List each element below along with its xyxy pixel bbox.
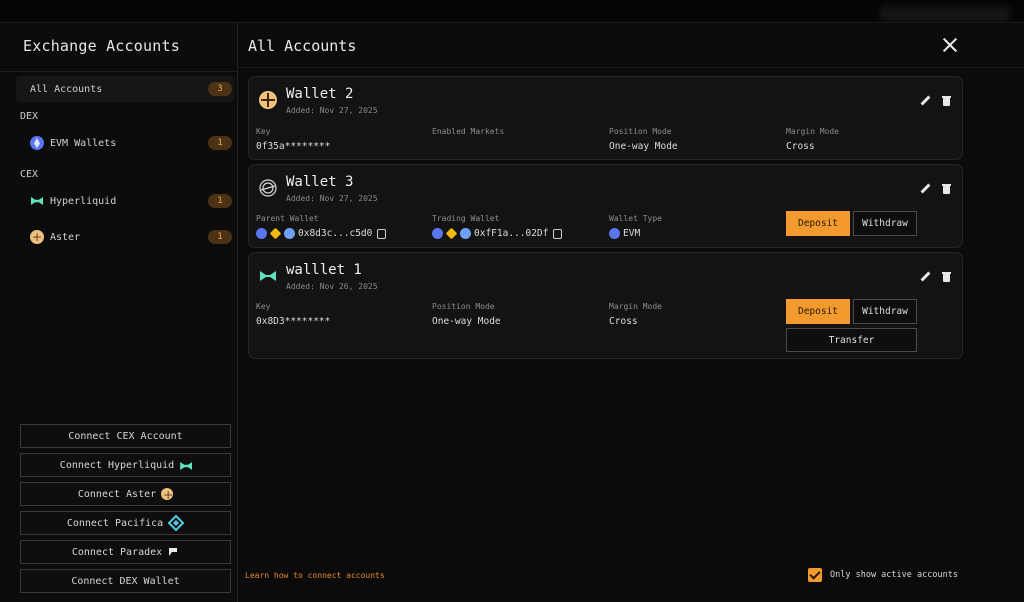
button-label: Connect Hyperliquid [59,459,175,471]
field-label: Margin Mode [609,302,662,311]
count-badge: 1 [208,230,232,244]
pacifica-icon [168,515,185,531]
address-text: 0xfF1a...02Df [474,228,549,239]
connect-cex-account-button[interactable]: Connect CEX Account [20,424,231,448]
account-name: Wallet 2 [286,86,354,102]
paradex-icon [169,548,178,556]
wallet-logo-icon [259,179,277,197]
wallet-type-value: EVM [609,228,640,239]
sidebar-item-aster[interactable]: Aster 1 [16,224,234,250]
field-label: Position Mode [609,127,672,136]
delete-icon[interactable] [941,271,952,282]
field-label: Key [256,127,271,136]
sidebar-item-label: All Accounts [30,83,103,95]
parent-wallet-value: 0x8d3c...c5d0 [256,227,387,240]
ethereum-icon [609,228,620,239]
count-badge: 3 [208,82,232,96]
hyperliquid-icon [30,194,44,208]
account-card-wallet-3: Wallet 3 Added: Nov 27, 2025 Parent Wall… [248,164,963,248]
field-label: Wallet Type [609,214,662,223]
withdraw-button[interactable]: Withdraw [853,299,917,324]
aster-icon [259,91,277,109]
field-value-position-mode: One-way Mode [609,141,678,152]
deposit-button[interactable]: Deposit [786,211,850,236]
hyperliquid-icon [260,271,276,281]
button-label: Connect CEX Account [68,430,183,442]
field-label: Position Mode [432,302,495,311]
sidebar-item-all-accounts[interactable]: All Accounts 3 [16,76,234,102]
copy-icon[interactable] [377,228,387,239]
field-label: Parent Wallet [256,214,319,223]
field-value-margin-mode: Cross [786,141,815,152]
close-icon[interactable] [942,37,958,53]
only-active-checkbox[interactable] [808,568,822,582]
transfer-button[interactable]: Transfer [786,328,917,352]
field-label: Enabled Markets [432,127,505,136]
address-text: 0x8d3c...c5d0 [298,228,373,239]
bnb-icon [269,227,282,240]
exchange-accounts-modal: Exchange Accounts All Accounts 3 DEX EVM… [0,22,1024,602]
edit-icon[interactable] [919,271,930,282]
delete-icon[interactable] [941,95,952,106]
field-label: Margin Mode [786,127,839,136]
sidebar-item-evm-wallets[interactable]: EVM Wallets 1 [16,130,234,156]
account-name: Wallet 3 [286,174,354,190]
connect-dex-wallet-button[interactable]: Connect DEX Wallet [20,569,231,593]
ethereum-icon [256,228,267,239]
field-value-key: 0x8D3******** [256,316,331,327]
bnb-icon [445,227,458,240]
sidebar-title: Exchange Accounts [23,37,180,55]
field-value-position-mode: One-way Mode [432,316,501,327]
count-badge: 1 [208,194,232,208]
hyperliquid-icon [179,459,191,471]
field-value-margin-mode: Cross [609,316,638,327]
delete-icon[interactable] [941,183,952,194]
sidebar-item-hyperliquid[interactable]: Hyperliquid 1 [16,188,234,214]
learn-connect-link[interactable]: Learn how to connect accounts [245,571,385,580]
edit-icon[interactable] [919,183,930,194]
sidebar-item-label: Hyperliquid [50,195,117,207]
added-date: Added: Nov 26, 2025 [286,282,378,291]
button-label: Connect Paradex [71,546,163,558]
deposit-button[interactable]: Deposit [786,299,850,324]
chain-icon [460,228,471,239]
connect-pacifica-button[interactable]: Connect Pacifica [20,511,231,535]
wallet-type-text: EVM [623,228,641,239]
page-title: All Accounts [248,37,357,55]
ethereum-icon [432,228,443,239]
aster-icon [161,488,174,500]
connect-paradex-button[interactable]: Connect Paradex [20,540,231,564]
withdraw-button[interactable]: Withdraw [853,211,917,236]
account-card-wallet-2: Wallet 2 Added: Nov 27, 2025 Key 0f35a**… [248,76,963,160]
sidebar-item-label: EVM Wallets [50,137,117,149]
background-header-blur [880,6,1010,22]
section-label-dex: DEX [20,111,39,122]
button-label: Connect Pacifica [66,517,164,529]
header-divider [238,67,1024,68]
aster-icon [30,230,44,244]
only-active-label: Only show active accounts [830,570,958,580]
account-card-walllet-1: walllet 1 Added: Nov 26, 2025 Key 0x8D3*… [248,252,963,359]
button-label: Connect Aster [77,488,157,500]
copy-icon[interactable] [553,228,563,239]
added-date: Added: Nov 27, 2025 [286,106,378,115]
section-label-cex: CEX [20,169,39,180]
count-badge: 1 [208,136,232,150]
added-date: Added: Nov 27, 2025 [286,194,378,203]
connect-aster-button[interactable]: Connect Aster [20,482,231,506]
sidebar: Exchange Accounts All Accounts 3 DEX EVM… [0,23,238,602]
sidebar-divider [0,71,238,72]
chain-icon [284,228,295,239]
connect-hyperliquid-button[interactable]: Connect Hyperliquid [20,453,231,477]
account-name: walllet 1 [286,262,362,278]
edit-icon[interactable] [919,95,930,106]
button-label: Connect DEX Wallet [71,575,180,587]
sidebar-item-label: Aster [50,231,81,243]
field-label: Key [256,302,271,311]
field-label: Trading Wallet [432,214,500,223]
ethereum-icon [30,136,44,150]
trading-wallet-value: 0xfF1a...02Df [432,227,563,240]
field-value-key: 0f35a******** [256,141,331,152]
